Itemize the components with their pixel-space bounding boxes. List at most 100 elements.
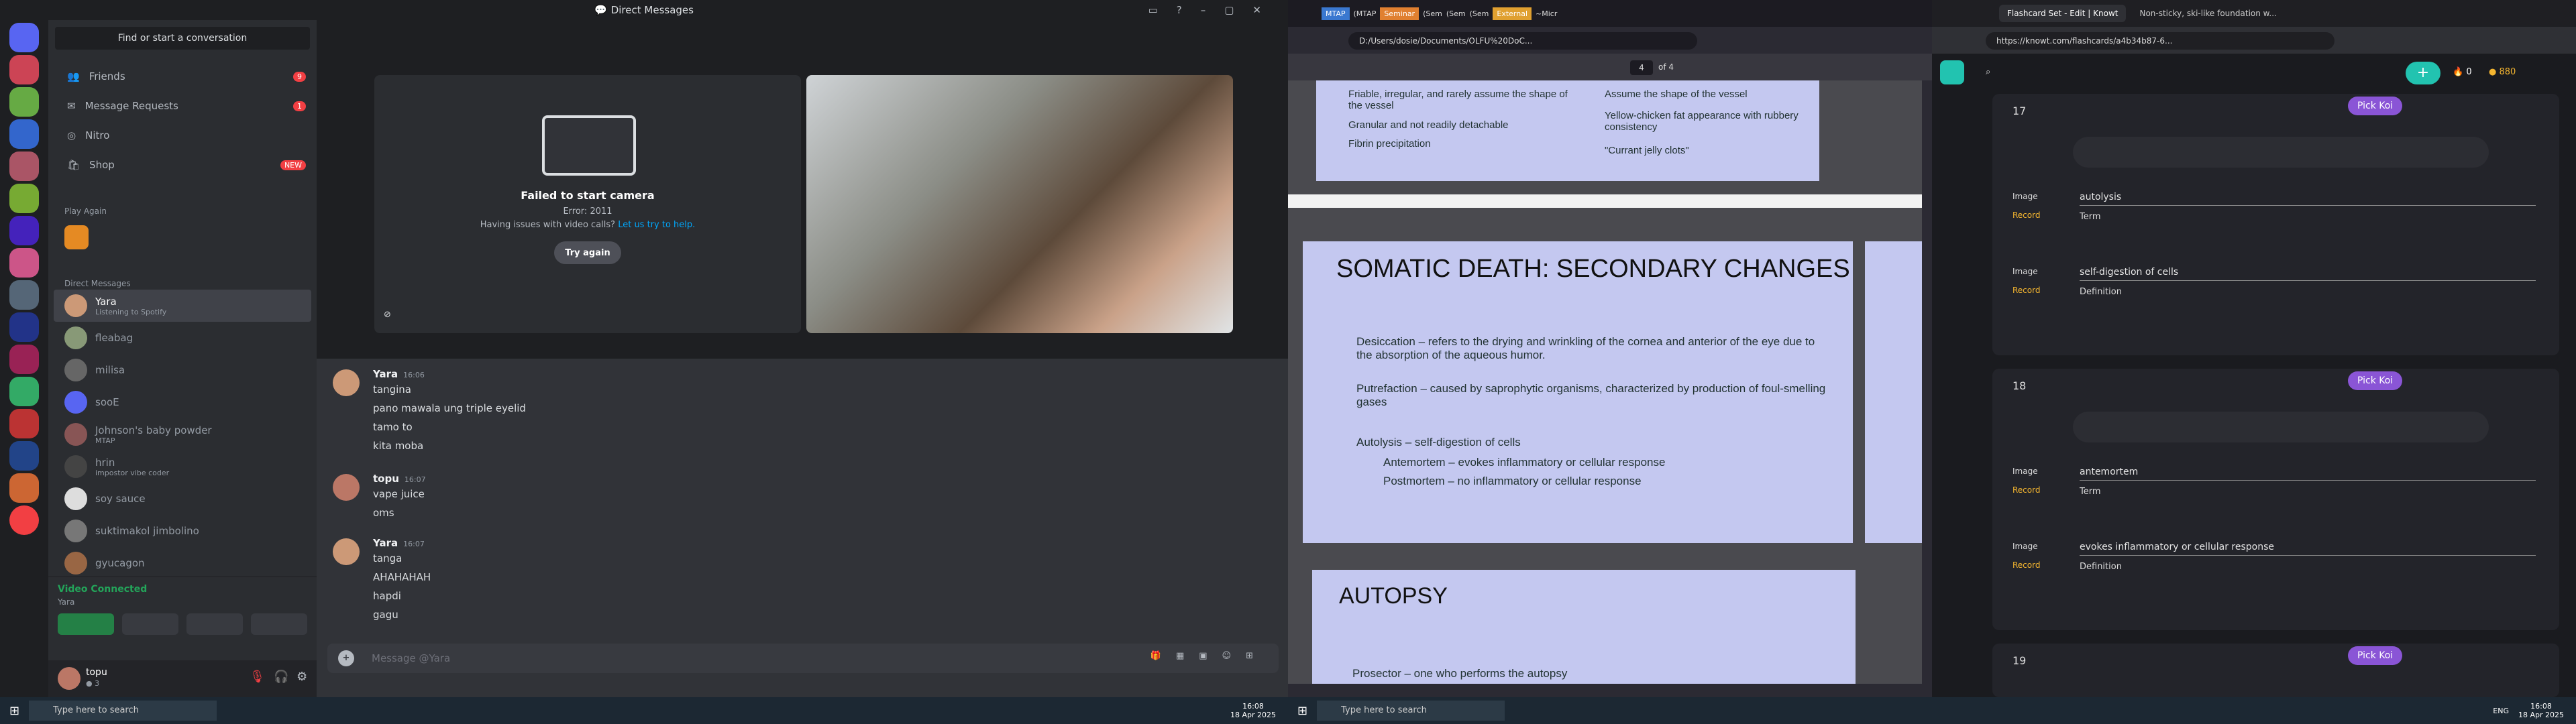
tab-active[interactable]: Flashcard Set - Edit | Knowt <box>1999 5 2127 22</box>
slide-bullet: Prosector – one who performs the autopsy <box>1352 667 1568 680</box>
shop-icon: 🛍 <box>67 159 80 171</box>
plus-icon[interactable]: + <box>338 650 354 666</box>
add-button[interactable]: + <box>2406 62 2440 84</box>
record-label[interactable]: Record <box>2012 560 2040 570</box>
slide-text: Fibrin precipitation <box>1348 138 1431 149</box>
try-again-button[interactable]: Try again <box>554 241 621 264</box>
camera-button[interactable] <box>58 613 114 635</box>
taskbar-search[interactable]: Type here to search <box>29 701 217 721</box>
soundboard-button[interactable] <box>251 613 307 635</box>
slide-previous: Friable, irregular, and rarely assume th… <box>1316 80 1819 181</box>
dm-item[interactable]: fleabag <box>54 322 311 354</box>
nav-message-requests[interactable]: ✉ Message Requests 1 <box>48 91 317 121</box>
server-icon[interactable] <box>9 377 39 406</box>
server-icon[interactable] <box>9 345 39 374</box>
tab-group-label[interactable]: Seminar <box>1380 7 1419 20</box>
dm-item[interactable]: Johnson's baby powder MTAP <box>54 418 311 450</box>
slide-next: AUTOPSY Prosector – one who performs the… <box>1312 570 1856 684</box>
format-toolbar[interactable] <box>2073 137 2489 168</box>
message-text: AHAHAHAH <box>373 571 431 583</box>
pick-koi-button[interactable]: Pick Koi <box>2348 371 2403 390</box>
server-icon[interactable] <box>9 280 39 310</box>
knowt-logo[interactable] <box>1940 60 1964 84</box>
language-indicator[interactable]: ENG <box>2493 707 2509 715</box>
windows-start-icon[interactable]: ⊞ <box>9 704 19 718</box>
message-input[interactable]: Message @Yara <box>372 652 450 664</box>
server-icon[interactable] <box>9 119 39 149</box>
dm-item[interactable]: sooE <box>54 386 311 418</box>
search-icon[interactable]: ⌕ <box>1986 67 1990 77</box>
tab-group-label[interactable]: MTAP <box>1322 7 1350 20</box>
server-icon[interactable] <box>9 312 39 342</box>
title-bar: 💬 Direct Messages ▭?–▢✕ <box>0 0 1288 20</box>
pick-koi-button[interactable]: Pick Koi <box>2348 97 2403 115</box>
server-icon[interactable] <box>9 473 39 503</box>
clock: 16:08 18 Apr 2025 <box>1230 702 1276 719</box>
message-text: tamo to <box>373 421 413 433</box>
game-icon[interactable] <box>64 225 89 249</box>
windows-start-icon[interactable]: ⊞ <box>1297 704 1307 718</box>
image-label[interactable]: Image <box>2012 192 2038 201</box>
voice-status: Video Connected <box>58 584 148 595</box>
gear-icon[interactable]: ⚙ <box>297 670 307 684</box>
deafen-icon[interactable]: 🎧 <box>274 670 288 684</box>
avatar[interactable] <box>58 667 80 690</box>
taskbar-search[interactable]: Type here to search <box>1317 701 1505 721</box>
image-label[interactable]: Image <box>2012 467 2038 476</box>
screenshare-button[interactable] <box>122 613 178 635</box>
tab[interactable]: (MTAP <box>1354 9 1377 18</box>
mute-icon[interactable]: 🎙 <box>250 670 265 684</box>
tab-strip: MTAP (MTAP Seminar (Sem (Sem (Sem Extern… <box>1288 0 1932 27</box>
server-icon[interactable] <box>9 152 39 181</box>
format-toolbar[interactable] <box>2073 412 2489 442</box>
dm-item[interactable]: suktimakol jimbolino <box>54 515 311 547</box>
tab[interactable]: (Sem <box>1446 9 1466 18</box>
nav-friends[interactable]: 👥 Friends 9 <box>48 62 317 91</box>
nav-shop[interactable]: 🛍 Shop NEW <box>48 150 317 180</box>
slide-title: AUTOPSY <box>1339 583 1448 609</box>
avatar <box>333 538 360 565</box>
camera-error-title: Failed to start camera <box>521 189 655 202</box>
composer-icons[interactable]: 🎁▦▣☺⊞ <box>1150 651 1268 661</box>
activities-button[interactable] <box>186 613 243 635</box>
search-input[interactable]: Find or start a conversation <box>55 27 310 50</box>
pick-koi-button[interactable]: Pick Koi <box>2348 646 2403 665</box>
dm-item[interactable]: hrin impostor vibe coder <box>54 450 311 483</box>
address-bar[interactable]: D:/Users/dosie/Documents/OLFU%20DoC... <box>1348 32 1697 50</box>
server-icon[interactable] <box>9 216 39 245</box>
record-label[interactable]: Record <box>2012 210 2040 220</box>
window-controls[interactable]: ▭?–▢✕ <box>1148 4 1280 16</box>
server-icon[interactable] <box>9 409 39 438</box>
home-button[interactable] <box>9 23 39 52</box>
dm-item[interactable]: soy sauce <box>54 483 311 515</box>
definition-input[interactable]: evokes inflammatory or cellular response <box>2080 542 2536 556</box>
image-label[interactable]: Image <box>2012 542 2038 551</box>
definition-input[interactable]: self-digestion of cells <box>2080 267 2536 281</box>
nav-nitro[interactable]: ◎ Nitro <box>48 121 317 150</box>
server-icon[interactable] <box>9 87 39 117</box>
help-link[interactable]: Let us try to help. <box>618 220 695 230</box>
server-icon[interactable] <box>9 248 39 278</box>
address-bar[interactable]: https://knowt.com/flashcards/a4b34b87-6.… <box>1986 32 2334 50</box>
tab[interactable]: Non-sticky, ski-like foundation w... <box>2139 9 2276 18</box>
mail-icon: ✉ <box>67 100 76 112</box>
user-panel: topu ● 3 🎙 🎧 ⚙ <box>48 660 317 697</box>
tab[interactable]: ~Micr <box>1536 9 1557 18</box>
dm-item[interactable]: gyucagon <box>54 547 311 579</box>
dm-item[interactable]: Yara Listening to Spotify <box>54 290 311 322</box>
dm-item[interactable]: milisa <box>54 354 311 386</box>
record-label[interactable]: Record <box>2012 286 2040 295</box>
tab[interactable]: (Sem <box>1470 9 1489 18</box>
tab[interactable]: (Sem <box>1423 9 1442 18</box>
taskbar-left: ⊞ Type here to search 16:08 18 Apr 2025 <box>0 697 1288 724</box>
image-label[interactable]: Image <box>2012 267 2038 276</box>
flashcard-list: 17 Pick Koi Image Record autolysis Term … <box>1932 94 2576 697</box>
server-icon[interactable] <box>9 441 39 471</box>
server-icon[interactable] <box>9 55 39 84</box>
page-number-input[interactable]: 4 <box>1630 60 1653 75</box>
server-icon[interactable] <box>9 184 39 213</box>
tab-group-label[interactable]: External <box>1493 7 1532 20</box>
term-input[interactable]: antemortem <box>2080 467 2536 481</box>
term-input[interactable]: autolysis <box>2080 192 2536 206</box>
record-label[interactable]: Record <box>2012 485 2040 495</box>
